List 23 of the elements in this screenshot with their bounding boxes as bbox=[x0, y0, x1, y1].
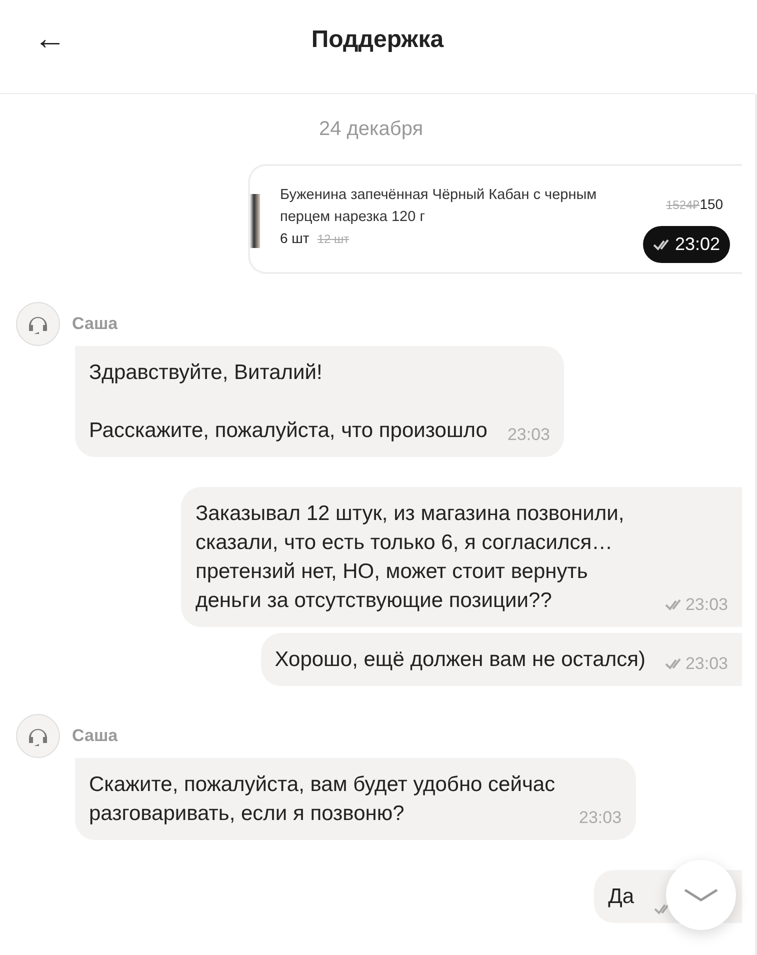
time-badge: 23:02 bbox=[643, 226, 730, 263]
old-quantity: 12 шт bbox=[317, 231, 350, 248]
date-label: 24 декабря bbox=[318, 117, 424, 142]
message-text: Да bbox=[608, 884, 634, 910]
screen-title: Поддержка bbox=[311, 25, 444, 55]
message-text: Скажите, пожалуйста, вам будет удобно сейчас разговаривать, если я позвоню? bbox=[89, 772, 556, 827]
chevron-down-icon bbox=[683, 888, 719, 902]
message-time: 23:03 bbox=[665, 649, 728, 678]
product-name: Буженина запечённая Чёрный Кабан с черным перцем нарезка 120 г bbox=[280, 186, 598, 227]
message-time: 23:03 bbox=[579, 807, 622, 829]
message-time: 23:03 bbox=[507, 424, 550, 446]
message-text: Здравствуйте, Виталий! bbox=[89, 360, 324, 386]
old-price: 1524₽ bbox=[666, 198, 700, 212]
sender-name: Саша bbox=[72, 313, 118, 336]
product-card[interactable]: Буженина запечённая Чёрный Кабан с черным перцем нарезка 120 г 6 шт 12 шт 1524₽150 23:02 bbox=[248, 164, 742, 274]
sender-name: Саша bbox=[72, 725, 118, 748]
message-text: Расскажите, пожалуйста, что произошло bbox=[89, 418, 488, 444]
quantity: 6 шт bbox=[280, 229, 310, 248]
message-time: 23:03 bbox=[665, 590, 728, 619]
back-button[interactable]: ← bbox=[30, 18, 70, 58]
message-text: Хорошо, ещё должен вам не остался) bbox=[274, 647, 646, 673]
price: 150 bbox=[700, 196, 724, 212]
message-text: Заказывал 12 штук, из магазина позвонили, сказали, что есть только 6, я согласился… претензий нет, НО, может стоит вернуть деньги за отсутствующие позиции?? bbox=[195, 501, 626, 614]
